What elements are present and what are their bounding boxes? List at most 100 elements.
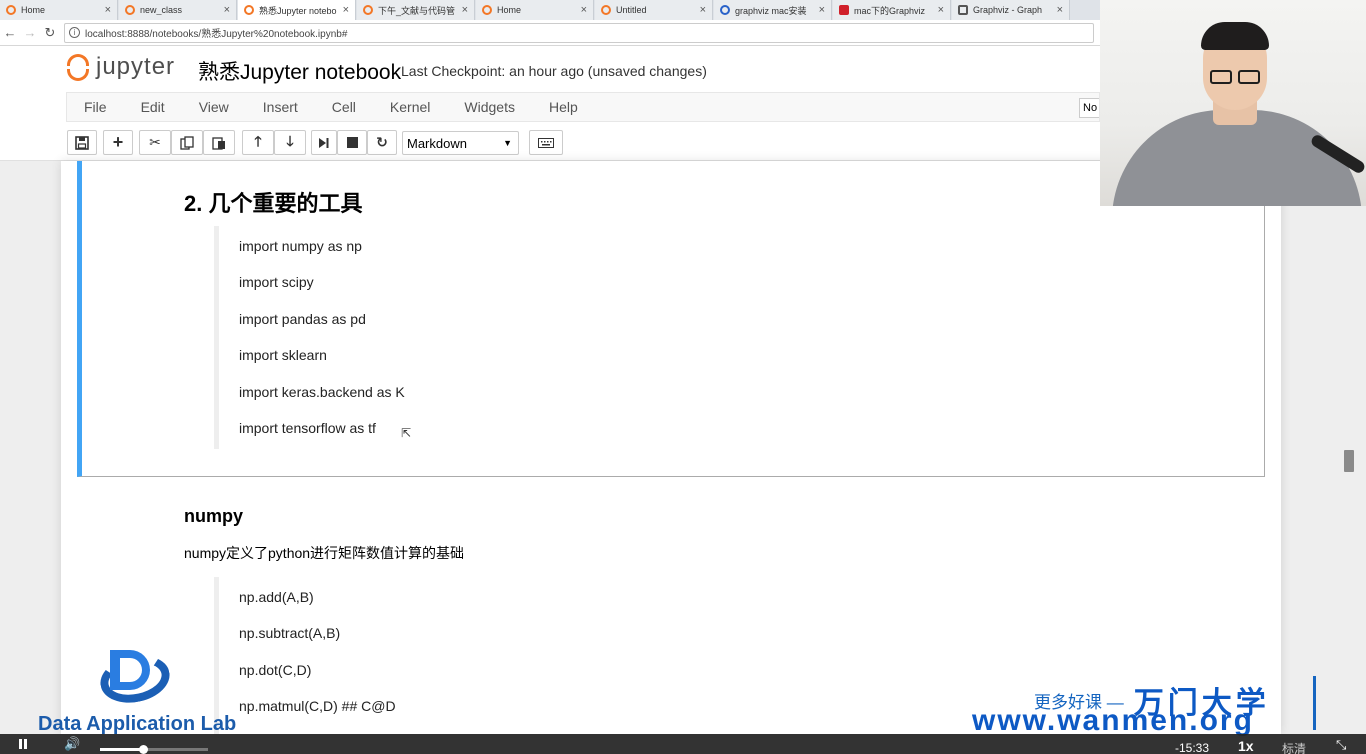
browser-tab[interactable]: graphviz mac安装 × (714, 0, 832, 20)
volume-fill (100, 748, 144, 751)
copy-button[interactable] (171, 130, 203, 155)
jupyter-icon (244, 5, 254, 15)
github-icon (958, 5, 968, 15)
close-tab-icon[interactable]: × (819, 4, 825, 16)
numpy-function-line: np.subtract(A,B) (239, 625, 341, 642)
cut-button[interactable]: ✂ (139, 130, 171, 155)
address-bar: ← → ↻ i localhost:8888/notebooks/熟悉Jupyt… (0, 20, 1100, 46)
command-palette-button[interactable] (529, 130, 563, 155)
close-tab-icon[interactable]: × (105, 4, 111, 16)
numpy-function-line: np.dot(C,D) (239, 661, 312, 678)
tab-title: Home (497, 5, 522, 15)
jupyter-icon (601, 5, 611, 15)
close-tab-icon[interactable]: × (938, 4, 944, 16)
paste-button[interactable] (203, 130, 235, 155)
close-tab-icon[interactable]: × (700, 4, 706, 16)
fullscreen-exit-icon[interactable]: ⤡ (1336, 737, 1346, 753)
import-line: import pandas as pd (239, 310, 366, 327)
plus-icon: + (112, 132, 124, 152)
url-field[interactable]: i localhost:8888/notebooks/熟悉Jupyter%20n… (64, 22, 1094, 43)
notebook-name[interactable]: 熟悉Jupyter notebook (198, 56, 401, 86)
back-icon[interactable]: ← (0, 25, 20, 40)
watermark-divider (1313, 676, 1316, 730)
browser-tab[interactable]: new_class × (119, 0, 237, 20)
checkpoint-status: Last Checkpoint: an hour ago (unsaved ch… (401, 63, 707, 79)
insert-cell-button[interactable]: + (103, 130, 133, 155)
menu-cell[interactable]: Cell (315, 99, 373, 115)
tab-title: 下午_文献与代码管 (378, 5, 456, 16)
jupyter-icon (363, 5, 373, 15)
kernel-indicator[interactable]: No (1079, 98, 1099, 118)
menu-insert[interactable]: Insert (246, 99, 315, 115)
jupyter-icon (482, 5, 492, 15)
tab-title: graphviz mac安装 (735, 5, 807, 16)
browser-tab[interactable]: Untitled × (595, 0, 713, 20)
tab-title: new_class (140, 5, 183, 15)
browser-tab[interactable]: Graphviz - Graph × (952, 0, 1070, 20)
baidu-icon (720, 5, 730, 15)
close-tab-icon[interactable]: × (1057, 4, 1063, 16)
menu-file[interactable]: File (67, 99, 124, 115)
copy-icon (180, 135, 194, 150)
notebook-container: 2. 几个重要的工具 import numpy as np import scip… (61, 161, 1281, 734)
tab-title: 熟悉Jupyter notebo (259, 5, 337, 16)
interrupt-button[interactable] (337, 130, 367, 155)
cell-type-select[interactable]: Markdown ▼ (402, 131, 519, 155)
blockquote-bar (214, 226, 219, 449)
tab-title: mac下的Graphviz (854, 5, 926, 16)
save-icon (75, 135, 89, 150)
notebook-toolbar: + ✂ 🡑 🡓 ↻ Markdown ▼ (0, 124, 1100, 161)
run-button[interactable] (311, 130, 337, 155)
move-down-button[interactable]: 🡓 (274, 130, 306, 155)
menu-kernel[interactable]: Kernel (373, 99, 447, 115)
step-forward-icon (319, 137, 329, 148)
browser-tab[interactable]: mac下的Graphviz × (833, 0, 951, 20)
menu-bar: File Edit View Insert Cell Kernel Widgets Help N… (0, 92, 1100, 124)
jupyter-logo-icon (66, 52, 90, 82)
keyboard-icon (538, 137, 554, 148)
jupyter-logo[interactable]: jupyter (66, 52, 175, 82)
tab-title: Home (21, 5, 46, 15)
browser-tab[interactable]: Home × (0, 0, 118, 20)
volume-icon[interactable]: 🔊 (64, 736, 80, 752)
save-button[interactable] (67, 130, 97, 155)
jupyter-icon (125, 5, 135, 15)
info-icon[interactable]: i (69, 27, 80, 38)
numpy-function-line: np.add(A,B) (239, 589, 314, 605)
numpy-heading: numpy (184, 506, 244, 526)
reload-icon[interactable]: ↻ (40, 25, 60, 41)
pause-icon[interactable] (18, 739, 29, 749)
playback-speed-button[interactable]: 1x (1238, 738, 1254, 754)
close-tab-icon[interactable]: × (224, 4, 230, 16)
menu-widgets[interactable]: Widgets (447, 99, 532, 115)
quality-button[interactable]: 标清 (1282, 740, 1306, 754)
cell-type-value: Markdown (407, 135, 467, 151)
numpy-function-line: np.matmul(C,D) ## C@D (239, 698, 396, 715)
move-up-button[interactable]: 🡑 (242, 130, 274, 155)
menu-edit[interactable]: Edit (124, 99, 182, 115)
menu-help[interactable]: Help (532, 99, 595, 115)
browser-tab-bar: Home × new_class × 熟悉Jupyter notebo × 下午_文献与代码… (0, 0, 1100, 20)
tab-title: Untitled (616, 5, 647, 15)
page-scrollbar-thumb[interactable] (1344, 450, 1354, 472)
volume-slider[interactable] (100, 745, 208, 754)
forward-icon[interactable]: → (20, 25, 40, 40)
close-tab-icon[interactable]: × (462, 4, 468, 16)
stop-icon (346, 137, 358, 148)
import-line: import scipy (239, 274, 314, 291)
browser-tab[interactable]: 熟悉Jupyter notebo × (238, 0, 356, 20)
refresh-icon: ↻ (376, 134, 388, 150)
menu-view[interactable]: View (182, 99, 246, 115)
video-player-bar: 🔊 -15:33 1x 标清 ⤡ (0, 734, 1366, 754)
close-tab-icon[interactable]: × (581, 4, 587, 16)
tab-title: Graphviz - Graph (973, 5, 1043, 15)
restart-button[interactable]: ↻ (367, 130, 397, 155)
paste-icon (212, 136, 225, 150)
blockquote-bar (214, 577, 219, 734)
close-tab-icon[interactable]: × (343, 4, 349, 16)
jupyter-header: jupyter 熟悉Jupyter notebook Last Checkpoi… (0, 46, 1100, 92)
browser-tab[interactable]: 下午_文献与代码管 × (357, 0, 475, 20)
browser-tab[interactable]: Home × (476, 0, 594, 20)
volume-knob[interactable] (139, 745, 149, 754)
import-line: import sklearn (239, 347, 327, 364)
